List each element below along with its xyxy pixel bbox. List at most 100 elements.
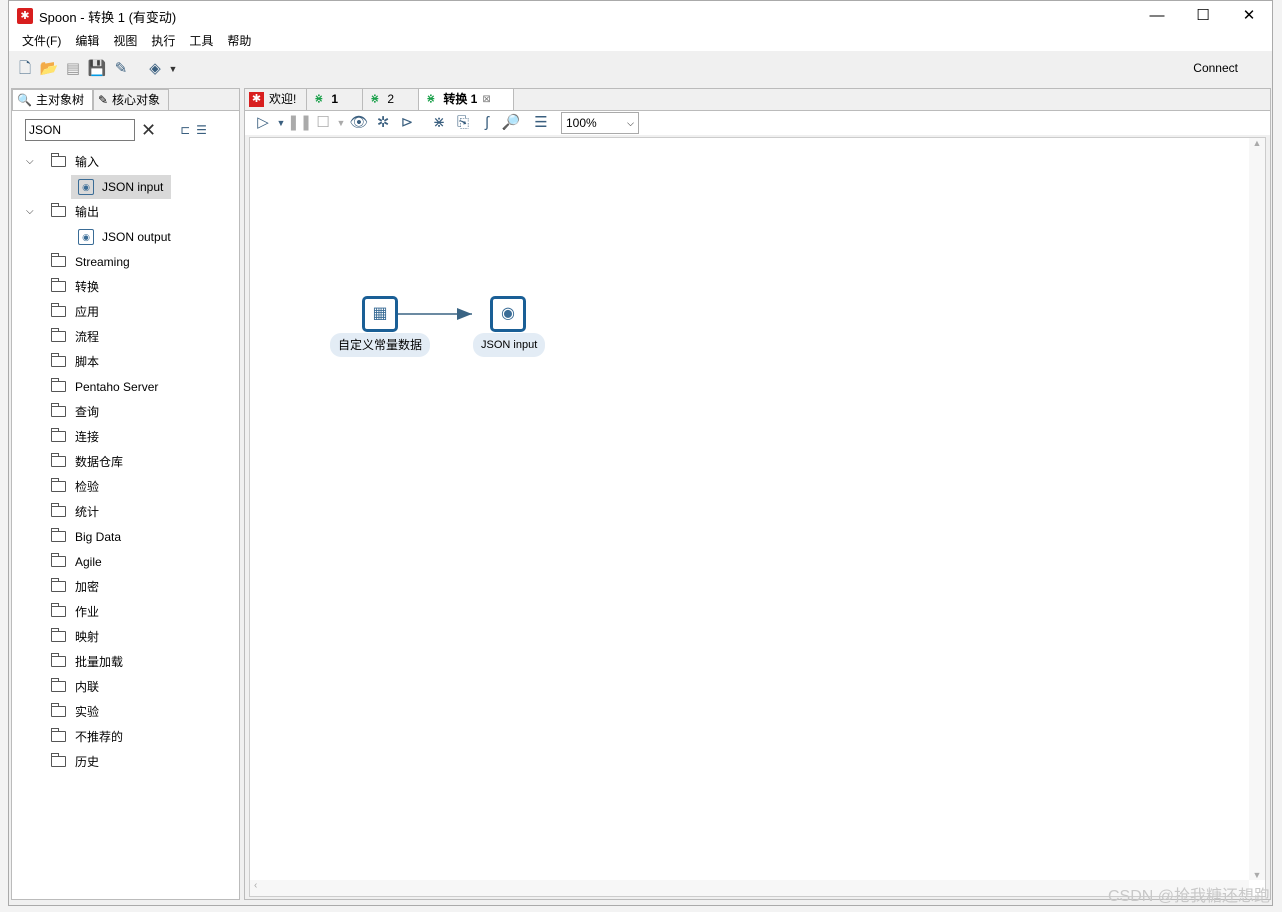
tree-category[interactable]: 统计 <box>12 499 239 524</box>
zoom-select[interactable]: 100% ⌵ <box>561 112 639 134</box>
connect-button[interactable]: Connect <box>1193 61 1238 75</box>
spoon-logo-icon: ✱ <box>249 92 264 107</box>
transformation-icon: ⋇ <box>370 93 380 105</box>
tab-welcome[interactable]: ✱ 欢迎! <box>245 89 308 110</box>
tree-category[interactable]: 批量加载 <box>12 649 239 674</box>
menu-view[interactable]: 视图 <box>106 31 144 51</box>
vertical-scrollbar[interactable]: ▲ ▼ <box>1249 138 1265 880</box>
tree-category[interactable]: 作业 <box>12 599 239 624</box>
chevron-down-icon[interactable]: ▼ <box>167 58 179 80</box>
menu-help[interactable]: 帮助 <box>220 31 258 51</box>
tree-category[interactable]: 加密 <box>12 574 239 599</box>
folder-icon <box>51 453 66 467</box>
tree-category[interactable]: 历史 <box>12 749 239 774</box>
stop-icon[interactable]: ☐ <box>311 112 335 134</box>
run-icon[interactable]: ▷ <box>251 112 275 134</box>
tree-step[interactable]: ◉ JSON input <box>12 174 239 199</box>
open-file-icon[interactable]: 📂 <box>37 58 61 80</box>
close-tab-icon[interactable]: ⊠ <box>482 89 490 110</box>
folder-icon <box>51 378 66 392</box>
tree-category[interactable]: Big Data <box>12 524 239 549</box>
folder-icon <box>51 578 66 592</box>
tree-category[interactable]: 查询 <box>12 399 239 424</box>
tree-category[interactable]: 检验 <box>12 474 239 499</box>
clear-search-icon[interactable]: ✕ <box>141 120 156 141</box>
chevron-down-icon[interactable]: ▼ <box>335 112 347 134</box>
tree-category[interactable]: 不推荐的 <box>12 724 239 749</box>
tree-step[interactable]: ◉ JSON output <box>12 224 239 249</box>
close-button[interactable]: ✕ <box>1226 1 1272 31</box>
save-as-icon[interactable]: ✎ <box>109 58 133 80</box>
horizontal-scrollbar[interactable]: ‹ <box>250 880 1249 896</box>
step-json-input[interactable]: ◉ <box>490 296 526 332</box>
window-title: Spoon - 转换 1 (有变动) <box>39 9 177 25</box>
tab-core-objects[interactable]: ✎ 核心对象 <box>92 89 170 110</box>
menu-edit[interactable]: 编辑 <box>68 31 106 51</box>
folder-icon <box>51 728 66 742</box>
chevron-down-icon[interactable]: ⌵ <box>26 206 34 217</box>
tree-category-label: 数据仓库 <box>75 455 124 469</box>
step-generate-rows[interactable]: ▦ <box>362 296 398 332</box>
tree-category-label: 实验 <box>75 705 100 719</box>
tab-2[interactable]: ⋇ 2 <box>363 89 420 110</box>
tree-category-label: 转换 <box>75 280 100 294</box>
folder-icon <box>51 353 66 367</box>
collapse-tree-icon[interactable]: ⊏ <box>180 123 190 137</box>
chevron-down-icon[interactable]: ⌵ <box>26 156 34 167</box>
json-step-icon: ◉ <box>78 228 94 245</box>
folder-icon <box>51 328 66 342</box>
menu-file[interactable]: 文件(F) <box>15 31 68 51</box>
tree-category[interactable]: ⌵ 输出 <box>12 199 239 224</box>
verify-icon[interactable]: ⋇ <box>427 112 451 134</box>
tree-category[interactable]: 应用 <box>12 299 239 324</box>
tree-category[interactable]: ⌵ 输入 <box>12 149 239 174</box>
tree-category-label: 作业 <box>75 605 100 619</box>
folder-icon <box>51 678 66 692</box>
tree-category[interactable]: Agile <box>12 549 239 574</box>
tree-category[interactable]: Streaming <box>12 249 239 274</box>
tab-main-object-tree[interactable]: 🔍 主对象树 <box>12 89 93 110</box>
tab-1[interactable]: ⋇ 1 <box>307 89 364 110</box>
new-file-icon[interactable]: 🗋 <box>13 58 37 80</box>
folder-icon <box>51 628 66 642</box>
perspective-layers-icon[interactable]: ◈ <box>143 58 167 80</box>
replay-icon[interactable]: ⊳ <box>395 112 419 134</box>
tree-category-label: 输出 <box>75 205 100 219</box>
tree-category-label: Pentaho Server <box>75 379 159 394</box>
explore-repo-icon[interactable]: ▤ <box>61 58 85 80</box>
folder-icon <box>51 403 66 417</box>
menu-run[interactable]: 执行 <box>144 31 182 51</box>
tree-category[interactable]: 内联 <box>12 674 239 699</box>
tab-transform-1[interactable]: ⋇ 转换 1 ⊠ <box>419 89 514 110</box>
spoon-window: ✱ Spoon - 转换 1 (有变动) — ☐ ✕ 文件(F) 编辑 视图 执… <box>8 0 1273 906</box>
tree-category[interactable]: 数据仓库 <box>12 449 239 474</box>
tree-category[interactable]: 映射 <box>12 624 239 649</box>
menu-tools[interactable]: 工具 <box>182 31 220 51</box>
tree-category[interactable]: 流程 <box>12 324 239 349</box>
expand-tree-icon[interactable]: ☰ <box>196 123 207 137</box>
tree-category[interactable]: 转换 <box>12 274 239 299</box>
transformation-canvas[interactable]: ▦ 自定义常量数据 ◉ JSON input ▲ ▼ ‹ <box>249 137 1266 897</box>
explore-db-icon[interactable]: 🔎 <box>499 112 523 134</box>
sql-icon[interactable]: ʃ <box>475 112 499 134</box>
minimize-button[interactable]: — <box>1134 1 1180 31</box>
pause-icon[interactable]: ❚❚ <box>287 112 312 134</box>
show-results-icon[interactable]: ☰ <box>529 112 553 134</box>
hop-arrow[interactable] <box>250 138 1250 438</box>
folder-icon <box>51 153 66 167</box>
impact-icon[interactable]: ⎘ <box>451 112 475 134</box>
tree-category[interactable]: 实验 <box>12 699 239 724</box>
search-input[interactable] <box>25 119 135 141</box>
save-icon[interactable]: 💾 <box>85 58 109 80</box>
tree-category[interactable]: 脚本 <box>12 349 239 374</box>
tree-category[interactable]: Pentaho Server <box>12 374 239 399</box>
preview-icon[interactable]: 👁 <box>347 112 371 134</box>
chevron-down-icon[interactable]: ▼ <box>275 112 287 134</box>
debug-icon[interactable]: ✲ <box>371 112 395 134</box>
tree-category[interactable]: 连接 <box>12 424 239 449</box>
folder-icon <box>51 428 66 442</box>
maximize-button[interactable]: ☐ <box>1180 1 1226 31</box>
tree-category-label: 内联 <box>75 680 100 694</box>
title-bar: ✱ Spoon - 转换 1 (有变动) — ☐ ✕ <box>9 1 1272 31</box>
watermark: CSDN @抢我糖还想跑 <box>1107 888 1270 905</box>
